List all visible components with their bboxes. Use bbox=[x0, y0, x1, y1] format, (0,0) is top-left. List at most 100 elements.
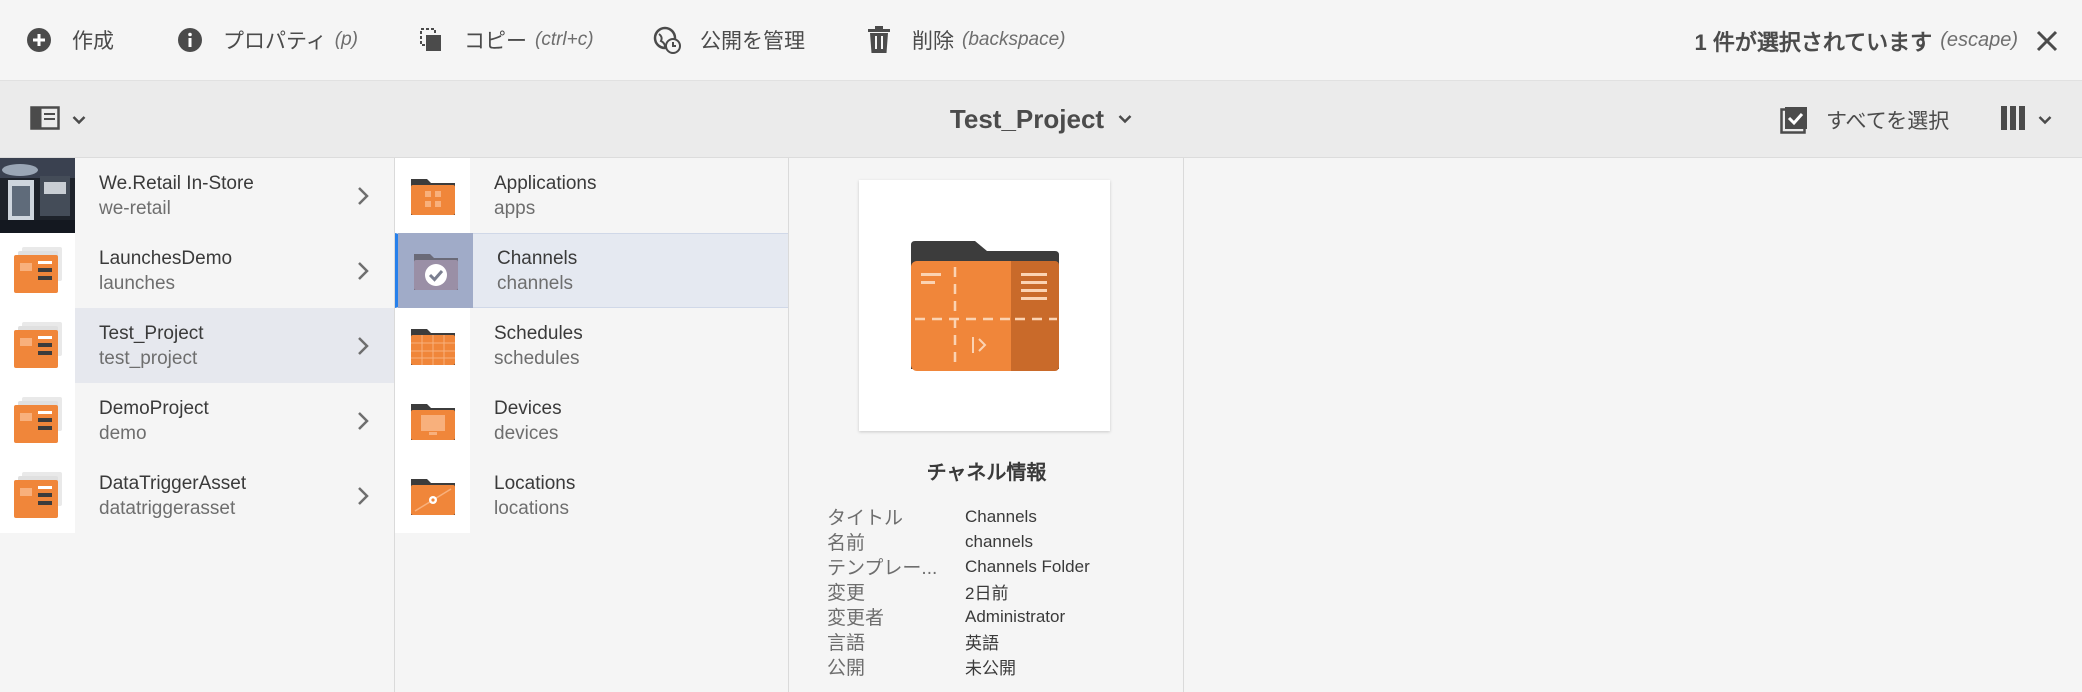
list-item[interactable]: DemoProject demo bbox=[0, 383, 394, 458]
view-switcher-button[interactable] bbox=[2000, 105, 2052, 135]
copy-button[interactable]: コピー (ctrl+c) bbox=[416, 0, 594, 81]
list-item[interactable]: DataTriggerAsset datatriggerasset bbox=[0, 458, 394, 533]
info-icon bbox=[175, 25, 205, 55]
item-title: DataTriggerAsset bbox=[99, 472, 247, 494]
folder-icon bbox=[395, 458, 470, 533]
rail-toggle-button[interactable] bbox=[30, 105, 86, 135]
metadata-row: 変更者 Administrator bbox=[827, 604, 1090, 630]
item-title: We.Retail In-Store bbox=[99, 172, 254, 194]
item-title: Devices bbox=[494, 397, 562, 419]
list-item[interactable]: Test_Project test_project bbox=[0, 308, 394, 383]
delete-button[interactable]: 削除 (backspace) bbox=[864, 0, 1066, 81]
list-item-text: DemoProject demo bbox=[99, 396, 209, 446]
list-item[interactable]: Devices devices bbox=[395, 383, 788, 458]
manage-publication-label: 公開を管理 bbox=[700, 30, 805, 53]
properties-button[interactable]: プロパティ (p) bbox=[175, 0, 358, 81]
select-all-label: すべてを選択 bbox=[1826, 109, 1950, 133]
checkbox-select-icon bbox=[1780, 106, 1808, 134]
title-bar: Test_Project すべてを選択 bbox=[0, 81, 2082, 158]
delete-label: 削除 bbox=[912, 30, 954, 53]
list-item-selected[interactable]: Channels channels bbox=[395, 233, 788, 308]
project-icon bbox=[0, 458, 75, 533]
list-item-text: DataTriggerAsset datatriggerasset bbox=[99, 471, 246, 521]
globe-clock-icon bbox=[652, 25, 682, 55]
metadata-row: 名前 channels bbox=[827, 529, 1090, 555]
metadata-value: 2日前 bbox=[965, 584, 1009, 603]
item-title: Schedules bbox=[494, 322, 583, 344]
page-title: Test_Project bbox=[949, 104, 1105, 134]
folder-icon bbox=[395, 158, 470, 233]
projects-column: We.Retail In-Store we-retail LaunchesDem… bbox=[0, 158, 395, 692]
item-title: Locations bbox=[494, 472, 576, 494]
metadata-value: Channels Folder bbox=[965, 556, 1090, 576]
metadata-label: 変更 bbox=[827, 583, 866, 604]
trash-icon bbox=[864, 25, 894, 55]
item-name: test_project bbox=[99, 347, 198, 369]
action-bar: 作成 プロパティ (p) コピー (ctrl+c) 公開を管理 削除 (back… bbox=[0, 0, 2082, 81]
metadata-row: 変更 2日前 bbox=[827, 579, 1090, 604]
project-icon bbox=[0, 308, 75, 383]
item-name: datatriggerasset bbox=[99, 497, 236, 519]
item-title: Applications bbox=[494, 172, 597, 194]
list-item-text: We.Retail In-Store we-retail bbox=[99, 171, 254, 221]
item-name: apps bbox=[494, 197, 536, 219]
thumbnail-image bbox=[0, 158, 75, 233]
title-dropdown[interactable]: Test_Project bbox=[950, 104, 1132, 135]
item-name: we-retail bbox=[99, 197, 171, 219]
chevron-right-icon bbox=[356, 259, 370, 283]
metadata-value: Channels bbox=[965, 506, 1037, 526]
metadata-row: 公開 未公開 bbox=[827, 654, 1090, 679]
metadata-label: 言語 bbox=[827, 633, 866, 654]
selected-check-icon bbox=[398, 233, 473, 308]
rail-icon bbox=[30, 105, 60, 135]
item-name: devices bbox=[494, 422, 559, 444]
close-icon[interactable] bbox=[2032, 26, 2062, 56]
create-button[interactable]: 作成 bbox=[24, 0, 114, 81]
add-circle-icon bbox=[24, 25, 54, 55]
folders-column: Applications apps Channels channels Sche… bbox=[395, 158, 789, 692]
title-area: Test_Project bbox=[0, 81, 2082, 158]
metadata-row: テンプレー... Channels Folder bbox=[827, 554, 1090, 580]
metadata-label: 変更者 bbox=[827, 608, 885, 629]
list-item-text: Applications apps bbox=[494, 171, 596, 221]
project-icon bbox=[0, 383, 75, 458]
folder-icon bbox=[395, 308, 470, 383]
item-title: LaunchesDemo bbox=[99, 247, 233, 269]
item-name: launches bbox=[99, 272, 176, 294]
selection-count: 1 件が選択されています (escape) bbox=[1694, 0, 2018, 81]
list-item[interactable]: Locations locations bbox=[395, 458, 788, 533]
item-name: locations bbox=[494, 497, 569, 519]
chevron-right-icon bbox=[356, 184, 370, 208]
metadata-label: テンプレー... bbox=[827, 558, 938, 579]
list-item[interactable]: Applications apps bbox=[395, 158, 788, 233]
preview-heading: チャネル情報 bbox=[926, 462, 1047, 484]
list-item-text: Locations locations bbox=[494, 471, 575, 521]
list-item-text: Schedules schedules bbox=[494, 321, 583, 371]
create-label: 作成 bbox=[72, 30, 114, 53]
delete-shortcut: (backspace) bbox=[962, 29, 1066, 50]
list-item[interactable]: LaunchesDemo launches bbox=[0, 233, 394, 308]
properties-label: プロパティ bbox=[223, 30, 327, 53]
column-view-icon bbox=[2000, 105, 2026, 136]
list-item[interactable]: We.Retail In-Store we-retail bbox=[0, 158, 394, 233]
chevron-down-icon bbox=[1118, 111, 1132, 129]
item-name: channels bbox=[497, 272, 574, 294]
item-title: Channels bbox=[497, 247, 578, 269]
copy-shortcut: (ctrl+c) bbox=[535, 29, 594, 50]
chevron-right-icon bbox=[356, 334, 370, 358]
item-title: Test_Project bbox=[99, 322, 204, 344]
metadata-row: 言語 英語 bbox=[827, 629, 1090, 654]
list-item[interactable]: Schedules schedules bbox=[395, 308, 788, 383]
channels-folder-icon bbox=[910, 240, 1059, 371]
select-all-button[interactable]: すべてを選択 bbox=[1780, 81, 1949, 158]
manage-publication-button[interactable]: 公開を管理 bbox=[652, 0, 805, 81]
copy-icon bbox=[416, 25, 446, 55]
metadata-list: タイトル Channels 名前 channels テンプレー... Chann… bbox=[827, 504, 1090, 680]
metadata-value: 英語 bbox=[965, 634, 999, 653]
list-item-text: LaunchesDemo launches bbox=[99, 246, 232, 296]
metadata-label: 名前 bbox=[827, 533, 866, 554]
metadata-value: Administrator bbox=[965, 606, 1066, 626]
selection-shortcut: (escape) bbox=[1940, 29, 2018, 51]
preview-thumbnail bbox=[859, 180, 1110, 431]
empty-column-area bbox=[1184, 158, 2082, 692]
